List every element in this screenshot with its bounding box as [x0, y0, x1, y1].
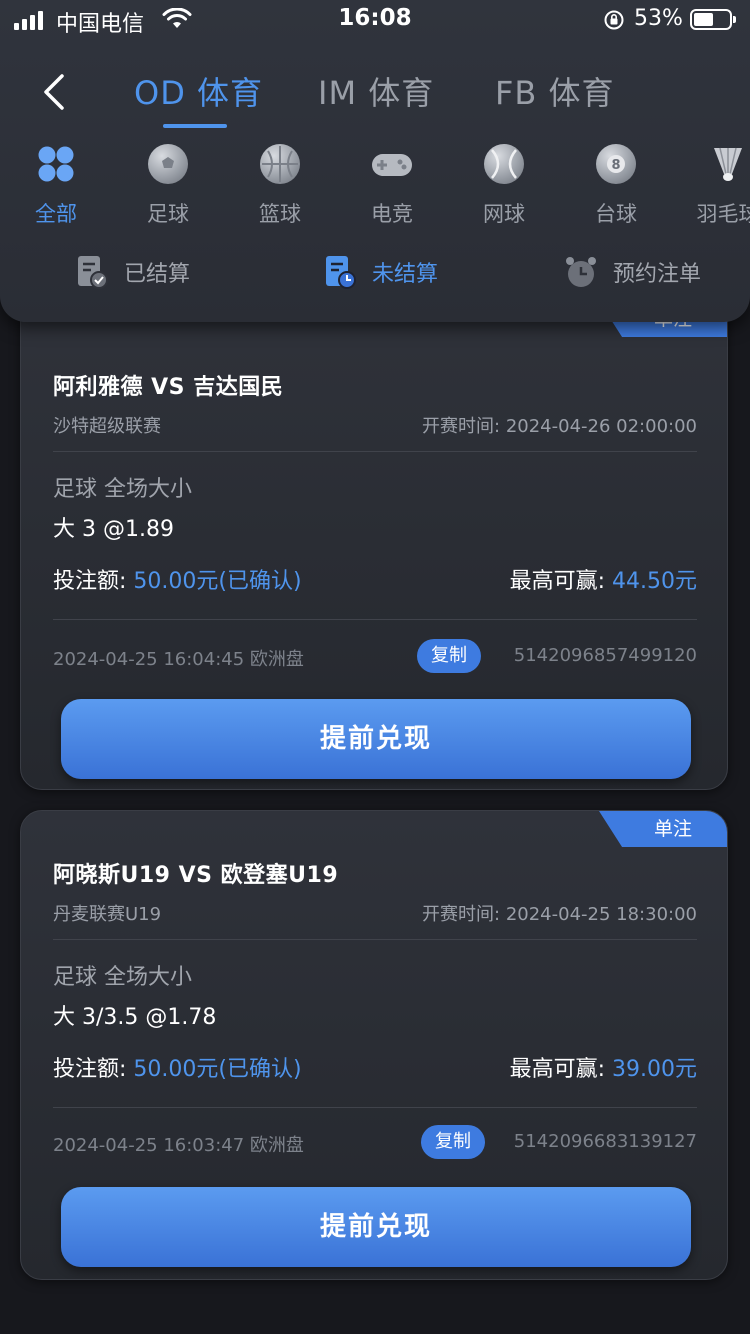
league-name: 沙特超级联赛	[53, 416, 161, 437]
subtab-label: 预约注单	[613, 262, 702, 287]
bet-pick: 大 3 @1.89	[53, 517, 174, 542]
copy-button[interactable]: 复制	[421, 1125, 485, 1159]
cashout-button[interactable]: 提前兑现	[61, 1187, 691, 1267]
bet-type-badge: 单注	[599, 811, 727, 847]
sport-item-billiards[interactable]: 8 台球	[571, 140, 661, 228]
bet-card: 单注 阿利雅德 VS 吉达国民 沙特超级联赛 开赛时间: 2024-04-26 …	[20, 300, 728, 790]
sport-item-soccer[interactable]: 足球	[123, 140, 213, 228]
copy-button[interactable]: 复制	[417, 639, 481, 673]
sport-label: 足球	[147, 202, 189, 226]
market-name: 足球 全场大小	[53, 477, 192, 502]
battery-percent: 53%	[634, 6, 683, 31]
sport-item-all[interactable]: 全部	[11, 140, 101, 228]
bet-pick: 大 3/3.5 @1.78	[53, 1005, 217, 1030]
battery-icon	[690, 9, 736, 30]
market-name: 足球 全场大小	[53, 965, 192, 990]
sport-filter-bar: 全部 足球 篮球 电竞 网球 8 台球 羽毛球	[0, 140, 750, 230]
gamepad-icon	[372, 154, 412, 176]
divider	[53, 1107, 697, 1108]
shuttlecock-icon	[714, 147, 742, 181]
settled-doc-icon	[78, 256, 108, 289]
cashout-button[interactable]: 提前兑现	[61, 699, 691, 779]
sport-item-badminton[interactable]: 羽毛球	[683, 140, 750, 228]
tab-od-sports[interactable]: OD 体育	[134, 68, 263, 114]
sport-label: 电竞	[371, 202, 413, 226]
subtab-settled[interactable]: 已结算	[76, 250, 190, 294]
active-tab-indicator	[163, 124, 227, 128]
placed-time: 2024-04-25 16:03:47 欧洲盘	[53, 1135, 304, 1156]
sport-item-tennis[interactable]: 网球	[459, 140, 549, 228]
settlement-tabs: 已结算 未结算 预约注单	[0, 250, 750, 300]
subtab-label: 已结算	[124, 262, 191, 287]
stake-label: 投注额:	[53, 1057, 127, 1082]
back-arrow-icon[interactable]	[36, 70, 76, 114]
stake-label: 投注额:	[53, 569, 127, 594]
sport-label: 网球	[483, 202, 525, 226]
start-time-value: 2024-04-25 18:30:00	[505, 904, 697, 925]
svg-text:8: 8	[611, 158, 620, 173]
max-win-label: 最高可赢:	[509, 1057, 606, 1082]
stake: 投注额: 50.00元(已确认)	[53, 563, 302, 595]
subtab-scheduled[interactable]: 预约注单	[563, 250, 701, 294]
start-time-label: 开赛时间:	[422, 416, 501, 437]
start-time-label: 开赛时间:	[422, 904, 501, 925]
stake-value: 50.00元(已确认)	[133, 569, 302, 594]
soccer-ball-icon	[148, 144, 188, 184]
max-win-value: 39.00元	[612, 1057, 697, 1082]
sport-item-basketball[interactable]: 篮球	[235, 140, 325, 228]
match-title: 阿利雅德 VS 吉达国民	[53, 375, 284, 400]
divider	[53, 939, 697, 940]
header-panel: 中国电信 16:08 53% OD 体育 IM 体育 FB 体育 全部 足球 篮…	[0, 0, 750, 322]
start-time: 开赛时间: 2024-04-26 02:00:00	[422, 412, 697, 438]
tab-im-sports[interactable]: IM 体育	[318, 68, 434, 114]
sport-label: 全部	[35, 202, 77, 226]
start-time-value: 2024-04-26 02:00:00	[505, 416, 697, 437]
billiard-ball-icon: 8	[596, 144, 636, 184]
bet-card: 单注 阿晓斯U19 VS 欧登塞U19 丹麦联赛U19 开赛时间: 2024-0…	[20, 810, 728, 1280]
stake: 投注额: 50.00元(已确认)	[53, 1051, 302, 1083]
divider	[53, 619, 697, 620]
unsettled-doc-icon	[326, 256, 356, 289]
stake-value: 50.00元(已确认)	[133, 1057, 302, 1082]
league-name: 丹麦联赛U19	[53, 904, 162, 925]
divider	[53, 451, 697, 452]
max-win-label: 最高可赢:	[509, 569, 606, 594]
max-win: 最高可赢: 39.00元	[510, 1051, 697, 1083]
tab-fb-sports[interactable]: FB 体育	[495, 68, 615, 114]
subtab-label: 未结算	[372, 262, 439, 287]
tennis-ball-icon	[484, 144, 524, 184]
max-win: 最高可赢: 44.50元	[510, 563, 697, 595]
order-number: 5142096683139127	[513, 1131, 697, 1152]
sport-label: 羽毛球	[696, 202, 750, 226]
match-title: 阿晓斯U19 VS 欧登塞U19	[53, 863, 339, 888]
grid-icon	[38, 146, 74, 182]
sport-label: 台球	[595, 202, 637, 226]
basketball-icon	[260, 144, 300, 184]
sport-label: 篮球	[259, 202, 301, 226]
placed-time: 2024-04-25 16:04:45 欧洲盘	[53, 649, 304, 670]
rotation-lock-icon	[604, 10, 624, 30]
sport-item-esports[interactable]: 电竞	[347, 140, 437, 228]
status-bar: 中国电信 16:08 53%	[0, 0, 750, 40]
alarm-clock-icon	[566, 257, 596, 287]
max-win-value: 44.50元	[612, 569, 697, 594]
start-time: 开赛时间: 2024-04-25 18:30:00	[422, 900, 697, 926]
subtab-unsettled[interactable]: 未结算	[324, 250, 438, 294]
order-number: 5142096857499120	[513, 645, 697, 666]
